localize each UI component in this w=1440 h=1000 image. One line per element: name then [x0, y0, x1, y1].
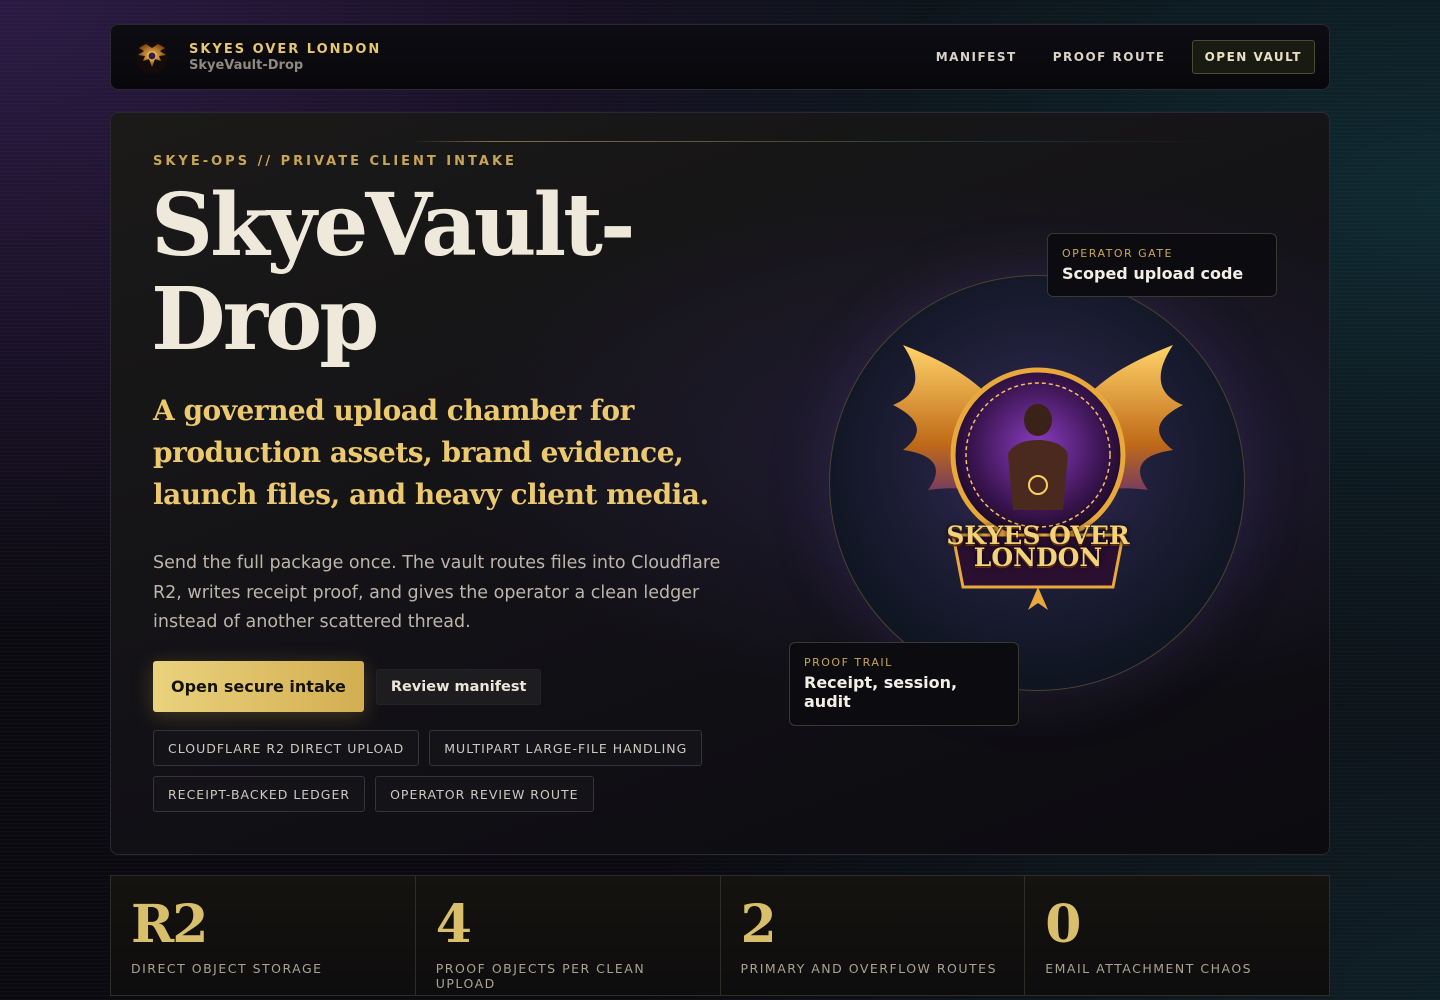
hero-eyebrow: SKYE-OPS // PRIVATE CLIENT INTAKE: [153, 154, 517, 169]
main-nav: MANIFEST PROOF ROUTE OPEN VAULT: [918, 40, 1315, 74]
feature-tag: RECEIPT-BACKED LEDGER: [153, 776, 366, 812]
page-title: SkyeVault-Drop: [151, 175, 636, 370]
hero-description: Send the full package once. The vault ro…: [153, 553, 721, 632]
hero-panel: SKYE-OPS // PRIVATE CLIENT INTAKE SkyeVa…: [110, 112, 1330, 855]
divider: [411, 141, 1231, 142]
brand-subtitle: SkyeVault-Drop: [189, 57, 304, 73]
proof-trail-card: PROOF TRAIL Receipt, session, audit: [789, 642, 1019, 726]
emblem-text: SKYES OVER LONDON: [946, 521, 1130, 572]
open-secure-intake-button[interactable]: Open secure intake: [153, 661, 364, 712]
card-eyebrow: OPERATOR GATE: [1062, 247, 1173, 260]
stat-item: 0 EMAIL ATTACHMENT CHAOS: [1025, 876, 1329, 995]
stat-value: R2: [131, 894, 208, 955]
hero-tagline: A governed upload chamber for production…: [153, 394, 709, 511]
feature-tag: CLOUDFLARE R2 DIRECT UPLOAD: [153, 730, 420, 766]
cta-row: Open secure intake Review manifest: [153, 661, 542, 712]
stat-value: 0: [1045, 894, 1081, 955]
feature-tag: MULTIPART LARGE-FILE HANDLING: [429, 730, 703, 766]
nav-proof-route[interactable]: PROOF ROUTE: [1035, 40, 1184, 74]
review-manifest-button[interactable]: Review manifest: [375, 668, 542, 705]
stat-item: 4 PROOF OBJECTS PER CLEAN UPLOAD: [416, 876, 721, 995]
feature-tags: CLOUDFLARE R2 DIRECT UPLOAD MULTIPART LA…: [153, 730, 713, 812]
brand-title: SKYES OVER LONDON: [189, 41, 382, 57]
stat-value: 2: [740, 894, 777, 955]
winged-crest-icon: [136, 41, 168, 73]
stats-strip: R2 DIRECT OBJECT STORAGE 4 PROOF OBJECTS…: [110, 875, 1330, 996]
open-vault-button[interactable]: OPEN VAULT: [1191, 40, 1315, 74]
stat-label: EMAIL ATTACHMENT CHAOS: [1045, 961, 1253, 976]
stat-label: DIRECT OBJECT STORAGE: [131, 961, 323, 976]
stat-item: 2 PRIMARY AND OVERFLOW ROUTES: [721, 876, 1026, 995]
card-title: Scoped upload code: [1062, 264, 1244, 283]
stat-item: R2 DIRECT OBJECT STORAGE: [111, 876, 416, 995]
card-eyebrow: PROOF TRAIL: [804, 656, 893, 669]
operator-gate-card: OPERATOR GATE Scoped upload code: [1047, 233, 1277, 297]
top-navbar: SKYES OVER LONDON SkyeVault-Drop MANIFES…: [110, 24, 1330, 90]
stat-label: PRIMARY AND OVERFLOW ROUTES: [740, 961, 998, 976]
feature-tag: OPERATOR REVIEW ROUTE: [375, 776, 594, 812]
card-title: Receipt, session, audit: [804, 673, 958, 711]
stat-value: 4: [435, 894, 472, 955]
stat-label: PROOF OBJECTS PER CLEAN UPLOAD: [435, 961, 646, 991]
nav-manifest[interactable]: MANIFEST: [918, 40, 1035, 74]
